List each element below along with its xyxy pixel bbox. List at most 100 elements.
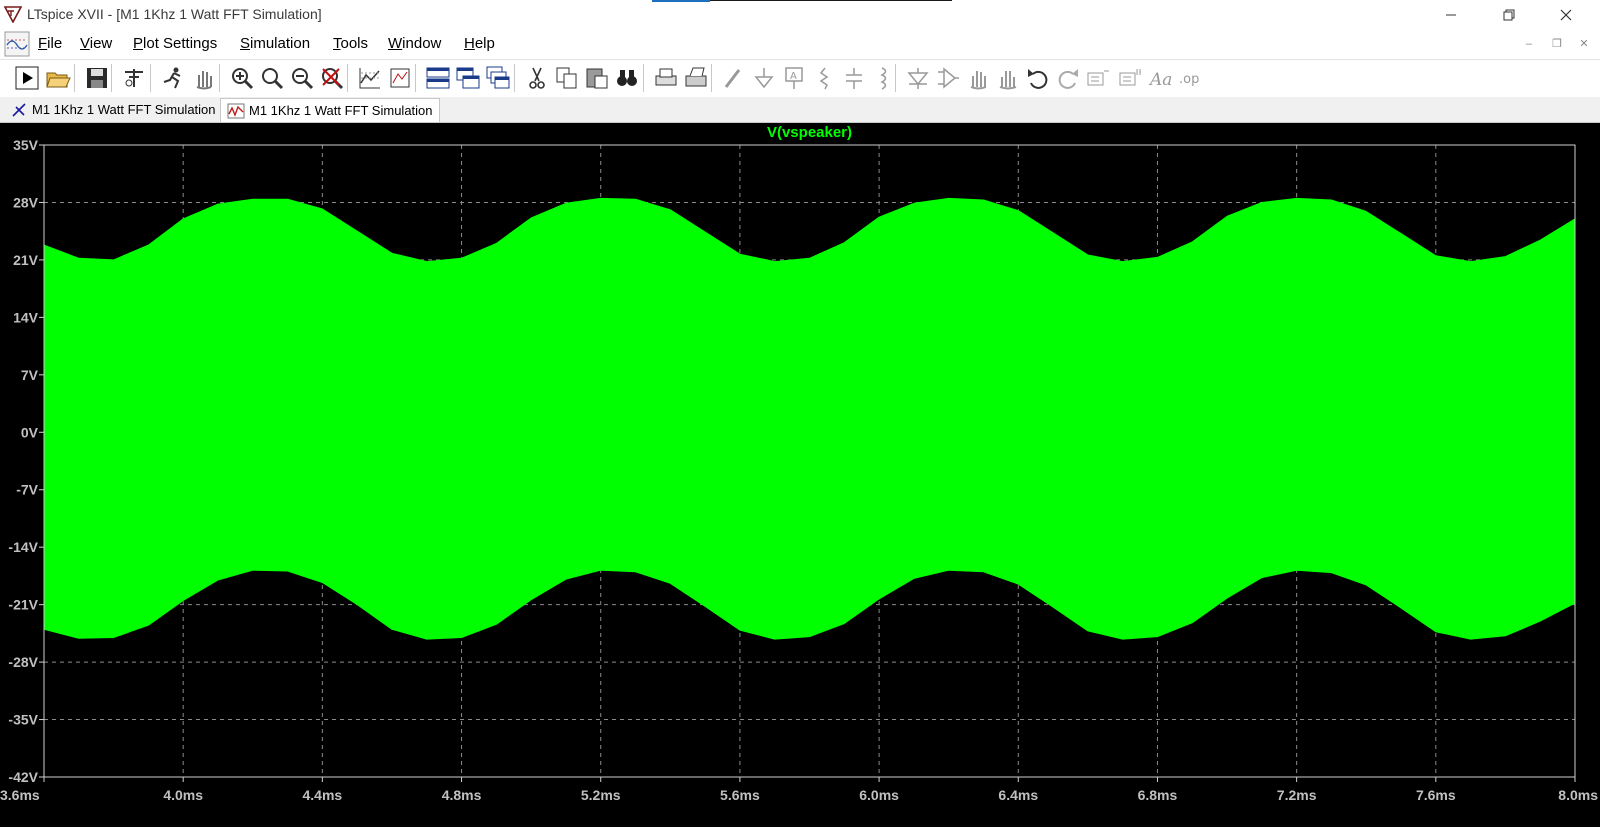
zoom-cancel-icon — [322, 68, 344, 90]
minimize-icon — [1446, 14, 1456, 16]
zoom-fit-button[interactable] — [289, 65, 315, 91]
waveform-plot-pane[interactable]: V(vspeaker) 35V 28V 21V 14V 7V 0V -7V -14V -21V -2… — [0, 123, 1600, 827]
mark-area-button[interactable] — [387, 65, 413, 91]
close-icon — [1560, 9, 1572, 21]
zoom-out-icon — [262, 68, 284, 90]
x-tick-label: 4.0ms — [163, 787, 203, 803]
menu-bar: File View Plot Settings Simulation Tools… — [0, 30, 1600, 58]
drag-icon — [999, 71, 1017, 90]
move-icon — [970, 71, 987, 90]
zoom-out-button[interactable] — [259, 65, 285, 91]
menu-window[interactable]: Window — [388, 35, 441, 52]
toolbar-separator — [895, 64, 896, 92]
toolbar-separator — [150, 64, 151, 92]
cut-icon — [529, 67, 545, 89]
close-window-button[interactable] — [1543, 0, 1589, 30]
cascade-button[interactable] — [485, 65, 511, 91]
draw-wire-button[interactable] — [721, 65, 747, 91]
halt-button[interactable] — [160, 65, 186, 91]
y-tick-label: 28V — [13, 194, 39, 210]
menu-view[interactable]: View — [80, 35, 112, 52]
diode-icon — [907, 68, 929, 89]
open-folder-button[interactable] — [45, 65, 71, 91]
restore-icon — [1503, 9, 1515, 21]
undo-button[interactable] — [1025, 65, 1051, 91]
tab-waveform[interactable]: M1 1Khz 1 Watt FFT Simulation — [220, 98, 440, 122]
plot-document-icon[interactable] — [4, 31, 30, 57]
run-icon — [15, 66, 39, 90]
menu-file[interactable]: File — [38, 35, 62, 52]
y-tick-label: 7V — [21, 367, 39, 383]
mirror-icon — [1119, 69, 1141, 86]
tile-vertical-button[interactable] — [455, 65, 481, 91]
undo-icon — [1028, 69, 1048, 89]
menu-simulation[interactable]: Simulation — [240, 35, 310, 52]
copy-button[interactable] — [554, 65, 580, 91]
restore-window-button[interactable] — [1486, 0, 1532, 30]
y-tick-label: -42V — [8, 769, 38, 785]
pan-icon — [196, 71, 212, 90]
x-tick-label: 6.4ms — [998, 787, 1038, 803]
label-net-icon: A — [785, 67, 803, 89]
inductor-icon — [880, 67, 887, 90]
autorange-icon — [359, 68, 380, 89]
tab-schematic[interactable]: M1 1Khz 1 Watt FFT Simulation — [4, 98, 216, 121]
move-button[interactable] — [965, 65, 991, 91]
paste-icon — [586, 68, 608, 89]
control-panel-button[interactable] — [121, 65, 147, 91]
toolbar-separator — [711, 64, 712, 92]
x-tick-label: 4.8ms — [442, 787, 482, 803]
zoom-in-button[interactable] — [229, 65, 255, 91]
window-title: LTspice XVII - [M1 1Khz 1 Watt FFT Simul… — [27, 6, 322, 22]
tile-horizontal-icon — [426, 67, 450, 89]
find-button[interactable] — [614, 65, 640, 91]
ground-icon — [754, 68, 774, 89]
mdi-close-button[interactable]: ✕ — [1573, 36, 1595, 52]
print-button[interactable] — [653, 65, 679, 91]
redo-button[interactable] — [1055, 65, 1081, 91]
y-tick-label: -7V — [16, 482, 38, 498]
diode-button[interactable] — [905, 65, 931, 91]
pan-button[interactable] — [191, 65, 217, 91]
save-button[interactable] — [84, 65, 110, 91]
drag-button[interactable] — [995, 65, 1021, 91]
cut-button[interactable] — [524, 65, 550, 91]
print-setup-button[interactable] — [683, 65, 709, 91]
capacitor-button[interactable] — [841, 65, 867, 91]
ground-button[interactable] — [751, 65, 777, 91]
toolbar: A Aa .op — [0, 59, 1600, 98]
autorange-button[interactable] — [357, 65, 383, 91]
mdi-restore-button[interactable]: ❐ — [1546, 36, 1568, 52]
mdi-minimize-button[interactable]: – — [1518, 36, 1540, 52]
text-button[interactable]: Aa — [1147, 65, 1173, 91]
cascade-icon — [486, 66, 510, 89]
label-net-button[interactable]: A — [781, 65, 807, 91]
y-tick-label: -14V — [8, 539, 38, 555]
toolbar-separator — [347, 64, 348, 92]
title-bar: LTspice XVII - [M1 1Khz 1 Watt FFT Simul… — [0, 0, 1600, 30]
minimize-window-button[interactable] — [1428, 0, 1474, 30]
toolbar-separator — [643, 64, 644, 92]
waveform-chart[interactable]: V(vspeaker) 35V 28V 21V 14V 7V 0V -7V -14V -21V -2… — [0, 123, 1600, 827]
rotate-button[interactable] — [1085, 65, 1111, 91]
mirror-button[interactable] — [1117, 65, 1143, 91]
run-button[interactable] — [14, 65, 40, 91]
tile-vertical-icon — [456, 67, 480, 89]
paste-button[interactable] — [584, 65, 610, 91]
tile-horizontal-button[interactable] — [425, 65, 451, 91]
resistor-button[interactable] — [811, 65, 837, 91]
x-tick-label: 6.0ms — [859, 787, 899, 803]
menu-tools[interactable]: Tools — [333, 35, 368, 52]
toolbar-separator — [415, 64, 416, 92]
y-tick-label: -21V — [8, 597, 38, 613]
menu-plot-settings[interactable]: Plot Settings — [133, 35, 217, 52]
inductor-button[interactable] — [871, 65, 897, 91]
control-panel-icon — [125, 69, 143, 87]
component-button[interactable] — [935, 65, 961, 91]
spice-directive-button[interactable]: .op — [1177, 65, 1203, 91]
toolbar-separator — [514, 64, 515, 92]
zoom-cancel-button[interactable] — [319, 65, 345, 91]
ltspice-app-icon — [4, 6, 22, 23]
rotate-icon — [1087, 70, 1109, 86]
menu-help[interactable]: Help — [464, 35, 495, 52]
